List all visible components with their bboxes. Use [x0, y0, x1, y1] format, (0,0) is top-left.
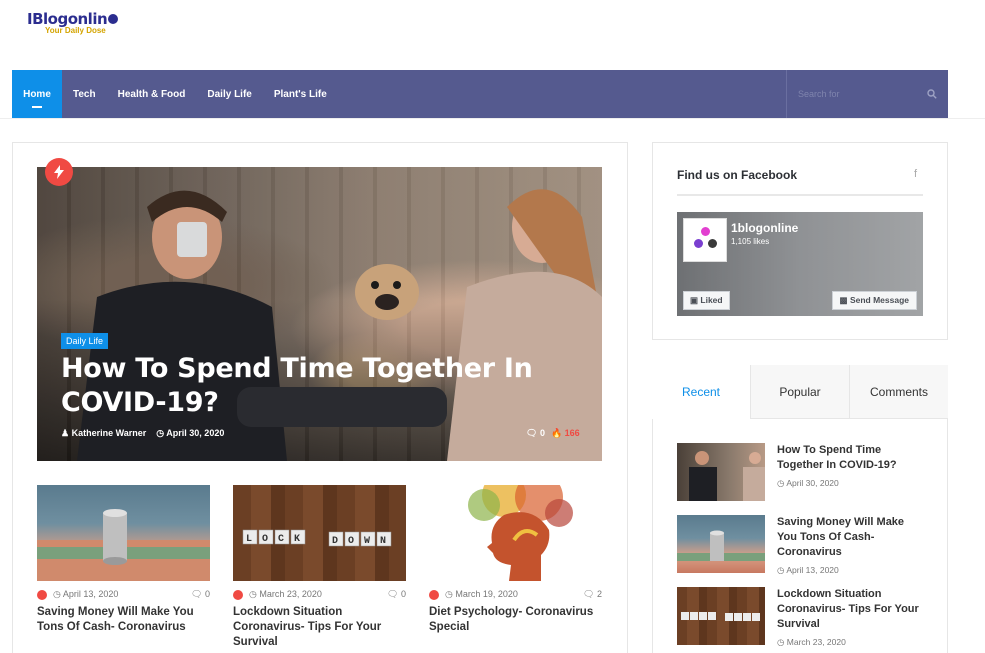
post-title[interactable]: Lockdown Situation Coronavirus- Tips For…	[233, 605, 406, 650]
post-card: ◷ March 19, 2020 🗨 2 Diet Psychology- Co…	[429, 485, 602, 635]
recent-post-item[interactable]: Lockdown Situation Coronavirus- Tips For…	[677, 587, 923, 647]
search-icon[interactable]	[927, 89, 937, 99]
post-date: ◷ March 19, 2020	[445, 589, 518, 599]
recent-post-item[interactable]: How To Spend Time Together In COVID-19? …	[677, 443, 923, 503]
comment-count[interactable]: 🗨 0	[387, 589, 406, 600]
trending-icon	[233, 589, 243, 600]
facebook-icon[interactable]: f	[914, 168, 917, 180]
comment-count[interactable]: 🗨 0	[191, 589, 210, 600]
facebook-send-message-button[interactable]: ▩ Send Message	[831, 291, 917, 310]
tab-popular[interactable]: Popular	[750, 365, 849, 419]
post-date: ◷ April 30, 2020	[156, 428, 225, 438]
site-logo[interactable]: IBlogonlin Your Daily Dose	[27, 10, 119, 35]
like-icon: ▣	[690, 295, 701, 305]
nav-item-home[interactable]: Home	[12, 70, 62, 118]
tab-recent[interactable]: Recent	[652, 365, 750, 419]
svg-text:D: D	[332, 536, 338, 547]
widget-title-divider	[677, 194, 923, 196]
svg-text:O: O	[348, 536, 354, 547]
post-thumbnail[interactable]: LOCK DOWN	[233, 485, 406, 581]
author[interactable]: ♟ Katherine Warner	[61, 428, 146, 439]
colorful-head-illustration	[468, 485, 573, 581]
facebook-page-avatar[interactable]	[683, 218, 727, 262]
trending-icon	[37, 589, 47, 600]
svg-text:L: L	[246, 534, 252, 545]
post-thumbnail[interactable]	[429, 485, 602, 581]
category-tag[interactable]: Daily Life	[61, 333, 109, 349]
featured-post-stats: 🗨 0 🔥 166	[526, 428, 580, 439]
svg-text:N: N	[380, 536, 386, 547]
lockdown-tiles-illustration: LOCK DOWN	[242, 529, 392, 547]
nav-item-tech[interactable]: Tech	[62, 70, 107, 118]
recent-post-thumbnail[interactable]	[677, 443, 765, 501]
post-card: LOCK DOWN ◷ March 23, 2020 🗨 0 Lockdown …	[233, 485, 406, 650]
post-card: ◷ April 13, 2020 🗨 0 Saving Money Will M…	[37, 485, 210, 635]
svg-text:O: O	[262, 534, 268, 545]
header-divider	[0, 118, 985, 119]
recent-post-thumbnail[interactable]	[677, 587, 765, 645]
nav-item-daily-life[interactable]: Daily Life	[196, 70, 262, 118]
svg-text:K: K	[294, 534, 300, 545]
search-box	[786, 70, 948, 118]
view-count: 🔥 166	[550, 428, 580, 438]
coins-illustration	[37, 509, 210, 581]
post-thumbnail[interactable]	[37, 485, 210, 581]
recent-post-title[interactable]: Saving Money Will Make You Tons Of Cash-…	[777, 515, 923, 560]
recent-post-title[interactable]: How To Spend Time Together In COVID-19?	[777, 443, 923, 473]
recent-post-thumbnail[interactable]	[677, 515, 765, 573]
lightning-icon	[54, 165, 64, 179]
search-input[interactable]	[798, 89, 918, 99]
facebook-page-plugin[interactable]: 1blogonline 1,105 likes ▣ Liked ▩ Send M…	[677, 212, 923, 316]
user-icon: ♟	[61, 428, 72, 438]
facebook-like-count: 1,105 likes	[731, 237, 770, 246]
comment-count[interactable]: 🗨 0	[526, 428, 545, 439]
trending-icon	[429, 589, 439, 600]
post-date: ◷ March 23, 2020	[249, 589, 322, 599]
main-nav: Home Tech Health & Food Daily Life Plant…	[12, 70, 948, 118]
recent-post-date: ◷ March 23, 2020	[777, 637, 846, 647]
facebook-widget-title: Find us on Facebook	[677, 168, 798, 182]
recent-post-item[interactable]: Saving Money Will Make You Tons Of Cash-…	[677, 515, 923, 575]
message-icon: ▩	[839, 295, 850, 305]
facebook-liked-button[interactable]: ▣ Liked	[683, 291, 730, 310]
facebook-page-name[interactable]: 1blogonline	[731, 221, 798, 235]
trending-badge[interactable]	[45, 158, 73, 186]
comment-count[interactable]: 🗨 2	[583, 589, 602, 600]
flame-icon: 🔥	[550, 428, 565, 438]
clock-icon: ◷	[156, 428, 167, 438]
svg-text:C: C	[278, 534, 284, 545]
recent-post-date: ◷ April 13, 2020	[777, 565, 839, 575]
featured-post-meta: ♟ Katherine Warner ◷ April 30, 2020	[61, 428, 224, 439]
recent-post-date: ◷ April 30, 2020	[777, 478, 839, 488]
post-title[interactable]: Saving Money Will Make You Tons Of Cash-…	[37, 605, 210, 635]
tab-comments[interactable]: Comments	[849, 365, 948, 419]
svg-text:W: W	[364, 536, 370, 547]
posts-tabs: Recent Popular Comments	[652, 365, 948, 419]
logo-dot-icon	[108, 13, 119, 24]
nav-item-health-food[interactable]: Health & Food	[107, 70, 197, 118]
post-title[interactable]: Diet Psychology- Coronavirus Special	[429, 605, 602, 635]
nav-item-plants-life[interactable]: Plant's Life	[263, 70, 338, 118]
featured-post-title[interactable]: How To Spend Time Together In COVID-19?	[61, 352, 561, 420]
recent-post-title[interactable]: Lockdown Situation Coronavirus- Tips For…	[777, 587, 923, 632]
post-date: ◷ April 13, 2020	[53, 589, 119, 599]
comment-icon: 🗨	[526, 428, 540, 438]
